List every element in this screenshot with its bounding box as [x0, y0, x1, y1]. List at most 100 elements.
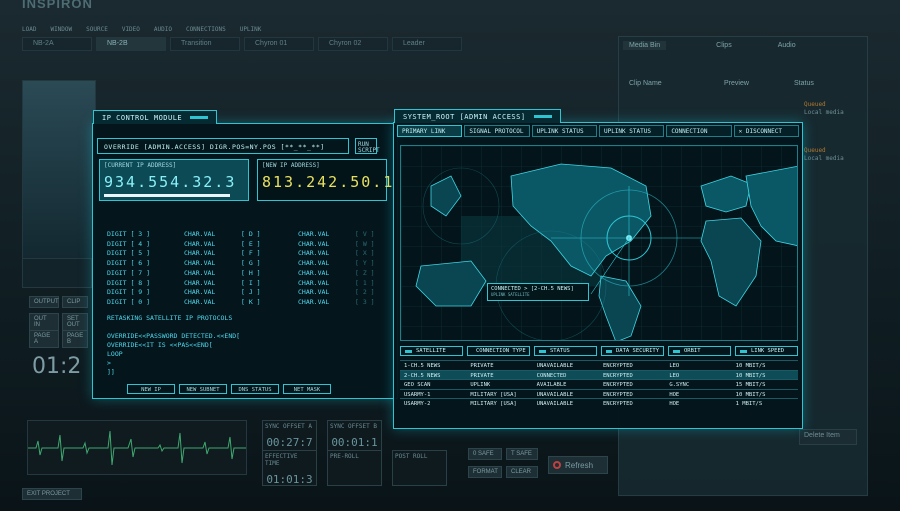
- digit-cell: CHAR.VAL: [298, 297, 330, 306]
- digit-cell: [ I ]: [241, 278, 261, 287]
- tab-audio[interactable]: Audio: [772, 41, 802, 50]
- tab-signal-protocol[interactable]: SIGNAL PROTOCOL: [464, 125, 530, 137]
- digit-cell: CHAR.VAL: [184, 239, 216, 248]
- table-row[interactable]: USARMY-2 MILITARY [USA] UNAVAILABLE ENCRYPT…: [400, 398, 798, 408]
- out-in-button[interactable]: OUT IN: [29, 313, 59, 331]
- table-row[interactable]: 2-CH.5 NEWS PRIVATE CONNECTED ENCRYPTED LEO 1…: [400, 369, 798, 379]
- tab-clips[interactable]: Clips: [710, 41, 738, 50]
- column-header: ORBIT: [668, 346, 731, 356]
- new-subnet-button[interactable]: NEW SUBNET: [179, 384, 227, 394]
- tab-uplink-status-2[interactable]: UPLINK STATUS: [598, 125, 665, 137]
- menu-item[interactable]: LOAD: [22, 26, 36, 33]
- digit-cell: DIGIT [ 9 ]: [107, 288, 151, 297]
- menu-item[interactable]: CONNECTIONS: [186, 26, 226, 33]
- waveform-graphic: [28, 430, 246, 466]
- digit-row: DIGIT [ 7 ] CHAR.VAL [ H ] CHAR.VAL [ Z ]: [107, 269, 385, 279]
- menu-item[interactable]: WINDOW: [50, 26, 72, 33]
- table-cell: 1-CH.5 NEWS: [404, 363, 441, 369]
- table-cell: ENCRYPTED: [602, 401, 633, 407]
- table-cell: MILITARY [USA]: [470, 391, 517, 398]
- table-cell: ENCRYPTED: [602, 391, 633, 398]
- digit-cell: CHAR.VAL: [298, 249, 330, 258]
- table-row[interactable]: 1-CH.5 NEWS PRIVATE UNAVAILABLE ENCRYPTED LE…: [400, 360, 798, 370]
- header-indicator-icon: [673, 349, 680, 353]
- clip-button[interactable]: CLIP: [62, 296, 88, 308]
- satellite-table: SATELLITE CONNECTION TYPE STATUS DATA SECUR…: [400, 346, 798, 408]
- new-ip-button[interactable]: NEW IP: [127, 384, 175, 394]
- digit-cell: CHAR.VAL: [298, 239, 330, 248]
- page-b-button[interactable]: PAGE B: [62, 330, 88, 348]
- output-button[interactable]: OUTPUT: [29, 296, 59, 308]
- table-cell: 1 MBIT/S: [735, 401, 763, 407]
- digit-cell: [ Z ]: [355, 268, 375, 277]
- app-tab[interactable]: Leader: [392, 37, 462, 51]
- header-indicator-icon: [539, 349, 546, 353]
- exit-project-button[interactable]: EXIT PROJECT: [22, 488, 82, 500]
- new-ip-box: [NEW IP ADDRESS] 813.242.50.1: [257, 159, 392, 201]
- dns-status-button[interactable]: DNS STATUS: [231, 384, 279, 394]
- col-clip-name: Clip Name: [629, 80, 662, 87]
- delete-item-button[interactable]: Delete Item: [799, 429, 857, 445]
- digit-cell: DIGIT [ 3 ]: [107, 230, 151, 238]
- digit-cell: DIGIT [ 7 ]: [107, 268, 151, 277]
- digit-cell: [ W ]: [355, 239, 375, 248]
- column-header: DATA SECURITY: [601, 346, 664, 356]
- digit-cell: [ K ]: [241, 297, 261, 306]
- column-header-label: DATA SECURITY: [615, 348, 659, 354]
- header-indicator-icon: [606, 349, 612, 353]
- status-queued: Queued: [804, 101, 826, 108]
- table-cell: UPLINK: [470, 382, 491, 388]
- command-input[interactable]: OVERRIDE [ADMIN.ACCESS] DIGR.POS=NY.POS …: [97, 138, 349, 154]
- net-mask-button[interactable]: NET MASK: [283, 384, 331, 394]
- run-script-button[interactable]: RUN SCRIPT: [355, 138, 380, 154]
- table-cell: 10 MBIT/S: [735, 363, 766, 369]
- digit-cell: CHAR.VAL: [184, 278, 216, 287]
- app-tab[interactable]: NB-2B: [96, 37, 166, 51]
- menu-item[interactable]: VIDEO: [122, 26, 140, 33]
- digit-cell: [ V ]: [355, 230, 375, 238]
- system-tab-bar: PRIMARY LINK SIGNAL PROTOCOL UPLINK STAT…: [397, 125, 799, 137]
- new-ip-value[interactable]: 813.242.50.1: [262, 173, 392, 191]
- column-header-label: LINK SPEED: [751, 348, 785, 354]
- digit-cell: CHAR.VAL: [184, 249, 216, 258]
- digit-cell: [ G ]: [241, 259, 261, 268]
- app-tab[interactable]: Transition: [170, 37, 240, 51]
- table-row[interactable]: GEO SCAN UPLINK AVAILABLE ENCRYPTED G.SYNC 15…: [400, 379, 798, 389]
- table-row[interactable]: USARMY-1 MILITARY [USA] UNAVAILABLE ENCRYPT…: [400, 388, 798, 399]
- tab-primary-link[interactable]: PRIMARY LINK: [397, 125, 463, 137]
- page-a-button[interactable]: PAGE A: [29, 330, 59, 348]
- digit-row: DIGIT [ 9 ] CHAR.VAL [ J ] CHAR.VAL [ 2 ]: [107, 288, 385, 298]
- app-tab[interactable]: NB-2A: [22, 37, 92, 51]
- format-button[interactable]: FORMAT: [468, 466, 502, 478]
- table-cell: LEO: [669, 363, 680, 369]
- refresh-button[interactable]: Refresh: [548, 456, 608, 474]
- digit-row: DIGIT [ 3 ] CHAR.VAL [ D ] CHAR.VAL [ V ]: [107, 230, 385, 240]
- table-cell: UNAVAILABLE: [536, 363, 574, 369]
- app-tab[interactable]: Chyron 01: [244, 37, 314, 51]
- digit-row: DIGIT [ 8 ] CHAR.VAL [ I ] CHAR.VAL [ 1 ]: [107, 279, 385, 289]
- zero-safe-button[interactable]: 0 SAFE: [468, 448, 502, 460]
- column-header-label: ORBIT: [684, 348, 701, 354]
- digit-cell: CHAR.VAL: [298, 288, 330, 297]
- audio-waveform: [27, 420, 247, 475]
- menu-bar: LOAD WINDOW SOURCE VIDEO AUDIO CONNECTIONS UPL…: [22, 26, 261, 33]
- app-tab[interactable]: Chyron 02: [318, 37, 388, 51]
- set-out-button[interactable]: SET OUT: [62, 313, 88, 331]
- tab-disconnect[interactable]: ✕ DISCONNECT: [733, 125, 799, 137]
- tab-media-bin[interactable]: Media Bin: [623, 41, 667, 50]
- digit-cell: CHAR.VAL: [298, 278, 330, 287]
- ip-footer-buttons: NEW IP NEW SUBNET DNS STATUS NET MASK: [127, 384, 331, 394]
- tab-connection[interactable]: CONNECTION: [666, 125, 732, 137]
- digit-cell: [ D ]: [241, 230, 261, 238]
- clear-button[interactable]: CLEAR: [506, 466, 538, 478]
- table-cell: UNAVAILABLE: [536, 401, 574, 407]
- table-cell: ENCRYPTED: [602, 363, 633, 369]
- menu-item[interactable]: UPLINK: [240, 26, 262, 33]
- menu-item[interactable]: SOURCE: [86, 26, 108, 33]
- tab-uplink-status[interactable]: UPLINK STATUS: [531, 125, 597, 137]
- t-safe-button[interactable]: T SAFE: [506, 448, 538, 460]
- table-cell: 15 MBIT/S: [735, 382, 766, 388]
- digit-cell: [ 2 ]: [355, 288, 375, 297]
- post-roll: POST ROLL: [392, 450, 447, 486]
- menu-item[interactable]: AUDIO: [154, 26, 172, 33]
